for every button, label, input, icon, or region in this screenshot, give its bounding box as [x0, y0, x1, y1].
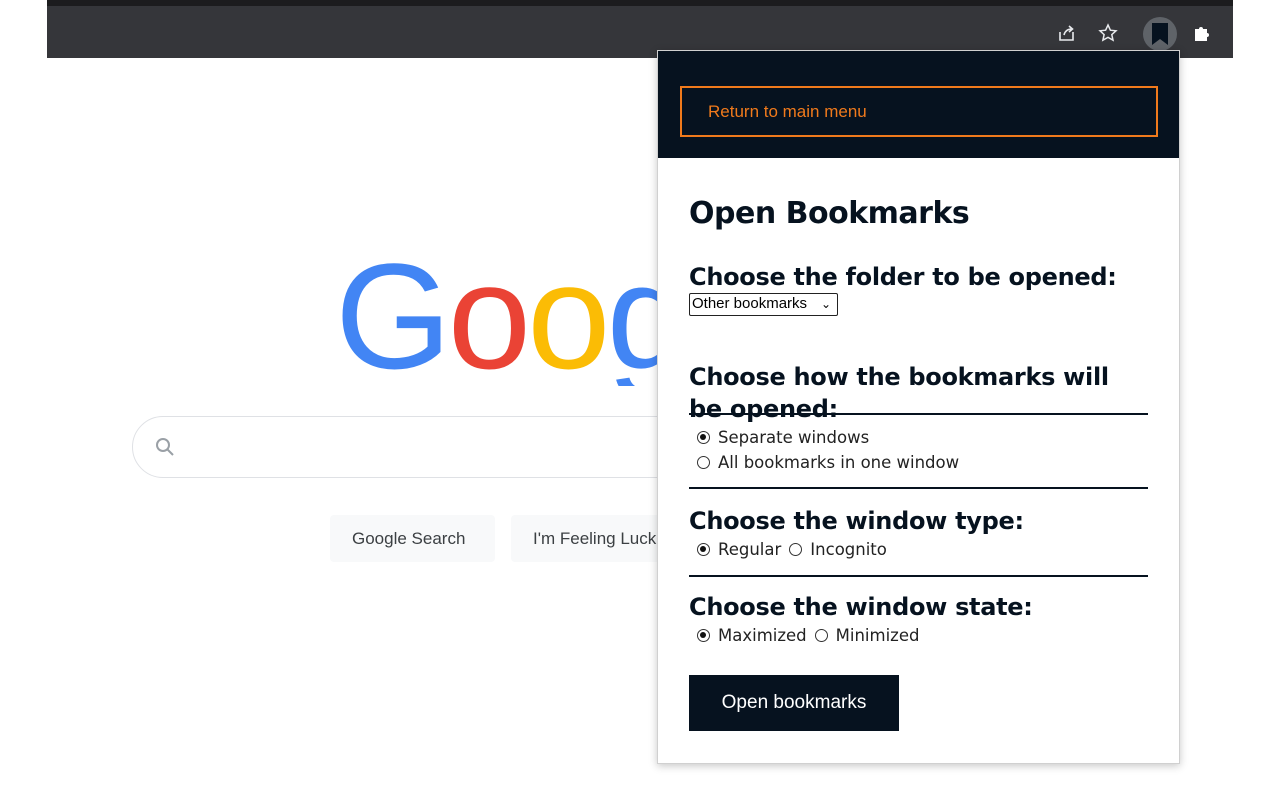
google-search-button[interactable]: Google Search [330, 515, 495, 562]
radio-separate-windows[interactable]: Separate windows [689, 425, 869, 450]
logo-letter: o [447, 246, 531, 386]
share-icon[interactable] [1054, 20, 1080, 46]
chevron-down-icon: ⌄ [821, 297, 832, 311]
option-label: Maximized [718, 626, 807, 645]
star-icon[interactable] [1095, 20, 1121, 46]
folder-select-value: Other bookmarks [692, 295, 808, 312]
window-type-section: Choose the window type: Regular Incognito [689, 489, 1148, 577]
folder-select[interactable]: Other bookmarks ⌄ [689, 293, 839, 316]
radio-regular[interactable]: Regular [689, 537, 781, 562]
option-label: Separate windows [718, 428, 870, 447]
radio-one-window[interactable]: All bookmarks in one window [689, 450, 959, 475]
puzzle-icon[interactable] [1189, 20, 1215, 46]
open-bookmarks-button[interactable]: Open bookmarks [689, 675, 899, 731]
option-label: Regular [718, 540, 782, 559]
google-logo: Googl [335, 246, 665, 386]
extension-popup: Return to main menu Open Bookmarks Choos… [657, 50, 1180, 764]
logo-letter: G [335, 246, 452, 386]
popup-header: Return to main menu [658, 51, 1179, 158]
window-state-question: Choose the window state: [689, 593, 1033, 621]
radio-unselected-icon [814, 629, 828, 642]
option-label: All bookmarks in one window [718, 453, 960, 472]
radio-selected-icon [697, 629, 710, 642]
open-mode-section: Choose how the bookmarks will be opened:… [689, 343, 1148, 489]
radio-selected-icon [697, 431, 710, 444]
bookmark-extension-icon[interactable] [1143, 17, 1177, 51]
radio-minimized[interactable]: Minimized [814, 623, 920, 648]
search-icon [153, 435, 177, 464]
radio-unselected-icon [697, 456, 710, 469]
folder-question: Choose the folder to be opened: [689, 263, 1117, 291]
option-label: Minimized [835, 626, 920, 645]
option-label: Incognito [810, 540, 887, 559]
search-input[interactable] [132, 416, 732, 478]
open-mode-question: Choose how the bookmarks will be opened: [689, 363, 1109, 423]
logo-letter: o [527, 246, 610, 386]
window-type-question: Choose the window type: [689, 507, 1024, 535]
feeling-lucky-button[interactable]: I'm Feeling Luck [511, 515, 671, 562]
window-state-section: Choose the window state: Maximized Minimi… [689, 577, 1148, 657]
return-to-main-menu-button[interactable]: Return to main menu [680, 86, 1158, 137]
page-title: Open Bookmarks [689, 196, 970, 231]
radio-incognito[interactable]: Incognito [789, 537, 887, 562]
radio-maximized[interactable]: Maximized [689, 623, 807, 648]
radio-selected-icon [697, 543, 710, 556]
radio-unselected-icon [789, 543, 803, 556]
